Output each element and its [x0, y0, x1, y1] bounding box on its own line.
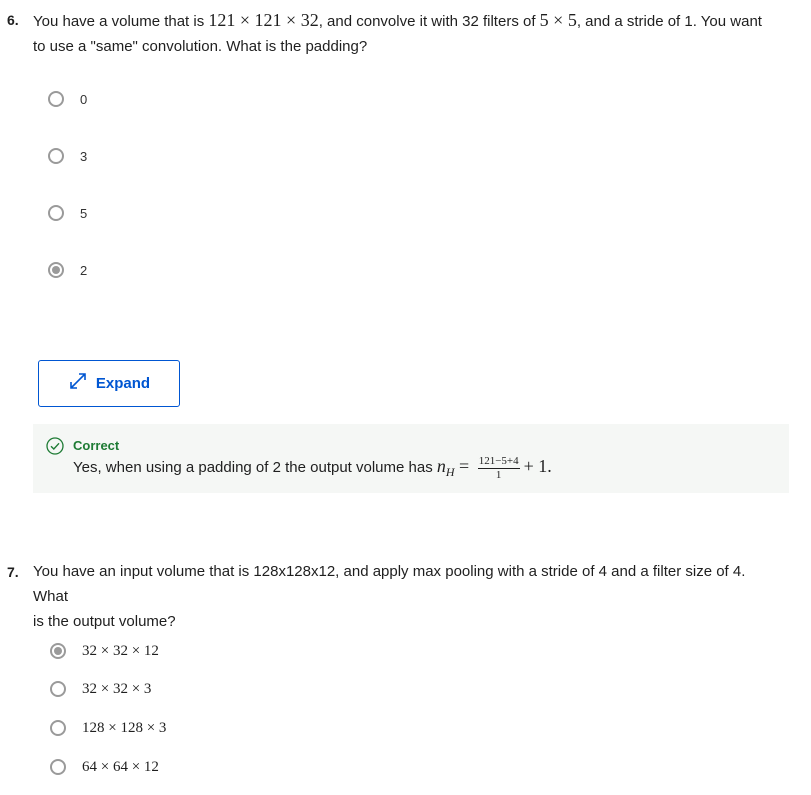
- option-32x32x12[interactable]: 32 × 32 × 12: [48, 640, 159, 662]
- radio-button[interactable]: [50, 759, 66, 775]
- question-text: You have an input volume that is 128x128…: [33, 563, 746, 630]
- question-number: 6.: [7, 12, 19, 28]
- feedback-panel: Correct Yes, when using a padding of 2 t…: [33, 424, 789, 493]
- option-label: 0: [80, 91, 88, 107]
- radio-button[interactable]: [48, 205, 64, 221]
- option-64x64x12[interactable]: 64 × 64 × 12: [48, 756, 159, 778]
- expand-label: Expand: [95, 375, 151, 392]
- feedback-text: Yes, when using a padding of 2 the outpu…: [73, 454, 552, 481]
- question-number: 7.: [7, 564, 19, 580]
- option-2[interactable]: 2: [48, 259, 87, 281]
- option-label: 32 × 32 × 12: [82, 642, 159, 659]
- option-0[interactable]: 0: [48, 88, 87, 110]
- option-3[interactable]: 3: [48, 145, 87, 167]
- option-label: 128 × 128 × 3: [82, 719, 167, 736]
- question-text: You have a volume that is 121 × 121 × 32…: [33, 10, 762, 55]
- expand-arrows-icon: [68, 371, 88, 396]
- check-circle-icon: [46, 437, 64, 460]
- radio-button[interactable]: [50, 720, 66, 736]
- option-label: 3: [80, 148, 88, 164]
- option-label: 64 × 64 × 12: [82, 758, 159, 775]
- option-32x32x3[interactable]: 32 × 32 × 3: [48, 678, 151, 700]
- expand-button[interactable]: Expand: [38, 360, 180, 407]
- radio-button-selected[interactable]: [50, 643, 66, 659]
- option-label: 5: [80, 205, 88, 221]
- option-label: 32 × 32 × 3: [82, 680, 152, 697]
- fraction: 121−5+4 1: [477, 454, 520, 481]
- option-label: 2: [80, 262, 88, 278]
- radio-button[interactable]: [50, 681, 66, 697]
- feedback-title: Correct: [73, 438, 120, 453]
- radio-button-selected[interactable]: [48, 262, 64, 278]
- radio-button[interactable]: [48, 91, 64, 107]
- option-128x128x3[interactable]: 128 × 128 × 3: [48, 717, 166, 739]
- radio-button[interactable]: [48, 148, 64, 164]
- option-5[interactable]: 5: [48, 202, 87, 224]
